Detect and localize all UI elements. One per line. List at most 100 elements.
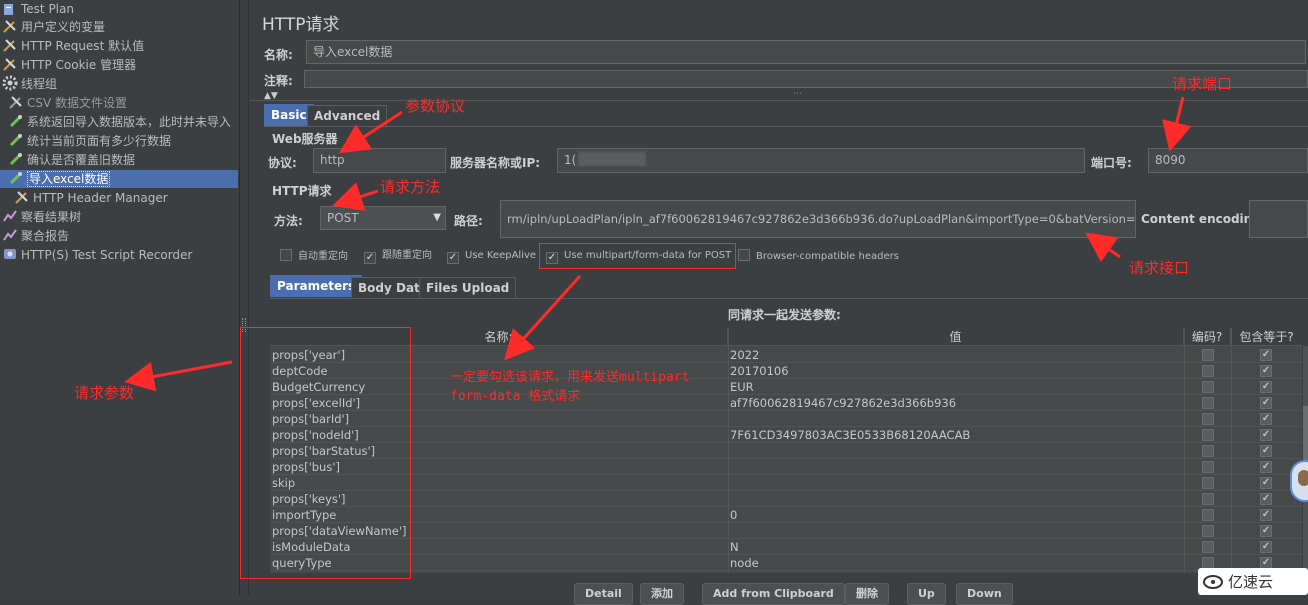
encode-checkbox[interactable] — [1202, 429, 1214, 441]
encode-checkbox[interactable] — [1202, 541, 1214, 553]
tab-files-upload[interactable]: Files Upload — [419, 277, 517, 299]
keepalive-checkbox[interactable]: ✓ Use KeepAlive — [447, 249, 536, 264]
table-row[interactable]: props['barStatus'] ✓ — [270, 443, 1302, 459]
comment-field[interactable] — [304, 70, 1308, 88]
delete-button[interactable]: 删除 — [845, 583, 889, 605]
table-row[interactable]: props['barId'] ✓ — [270, 411, 1302, 427]
tree-item-sampler-2[interactable]: 统计当前页面有多少行数据 — [8, 132, 171, 150]
table-row[interactable]: deptCode 20170106 ✓ — [270, 363, 1302, 379]
tab-parameters[interactable]: Parameters — [270, 275, 363, 297]
resize-grip-icon[interactable]: ⋯ — [793, 89, 802, 99]
table-row[interactable]: skip ✓ — [270, 475, 1302, 491]
parameters-table[interactable]: 名称: 值 编码? 包含等于? props['year'] 2022 ✓ deptCo… — [270, 328, 1302, 573]
browser-headers-checkbox[interactable]: Browser-compatible headers — [738, 249, 899, 264]
encoding-field[interactable] — [1249, 200, 1308, 238]
encode-checkbox[interactable] — [1202, 397, 1214, 409]
tree-item-import-excel[interactable]: 导入excel数据 — [0, 170, 238, 188]
protocol-field[interactable]: http — [313, 148, 446, 173]
tree-item-aggregate-report[interactable]: 聚合报告 — [2, 227, 69, 245]
detail-button[interactable]: Detail — [574, 583, 633, 605]
tree-item-csv-data[interactable]: CSV 数据文件设置 — [8, 94, 127, 112]
param-value[interactable] — [728, 491, 1182, 507]
tree-item-sampler-1[interactable]: 系统返回导入数据版本，此时并未导入 — [8, 113, 231, 131]
checkbox-box[interactable] — [738, 249, 750, 261]
table-row[interactable]: BudgetCurrency EUR ✓ — [270, 379, 1302, 395]
tree-item-results-tree[interactable]: 察看结果树 — [2, 208, 81, 226]
param-value[interactable] — [728, 459, 1182, 475]
encode-checkbox[interactable] — [1202, 349, 1214, 361]
param-value[interactable]: 20170106 — [728, 363, 1182, 379]
param-value[interactable]: 2022 — [728, 347, 1182, 363]
check-icon[interactable]: ✓ — [546, 252, 558, 264]
include-equals-checkbox[interactable]: ✓ — [1260, 397, 1272, 409]
encode-checkbox[interactable] — [1202, 381, 1214, 393]
encode-checkbox[interactable] — [1202, 461, 1214, 473]
encode-checkbox[interactable] — [1202, 445, 1214, 457]
include-equals-checkbox[interactable]: ✓ — [1260, 381, 1272, 393]
param-value[interactable] — [728, 443, 1182, 459]
check-icon[interactable]: ✓ — [364, 252, 376, 264]
include-equals-checkbox[interactable]: ✓ — [1260, 493, 1272, 505]
param-value[interactable]: node — [728, 555, 1182, 571]
checkbox-box[interactable] — [280, 249, 292, 261]
encode-checkbox[interactable] — [1202, 509, 1214, 521]
tree-item-cookie-manager[interactable]: HTTP Cookie 管理器 — [2, 56, 136, 74]
table-row[interactable]: props['dataViewName'] ✓ — [270, 523, 1302, 539]
table-row[interactable]: queryType node ✓ — [270, 555, 1302, 571]
param-value[interactable]: 0 — [728, 507, 1182, 523]
param-value[interactable]: N — [728, 539, 1182, 555]
tree-item-sampler-3[interactable]: 确认是否覆盖旧数据 — [8, 151, 135, 169]
column-encode[interactable]: 编码? — [1184, 328, 1231, 346]
table-row[interactable]: isModuleData N ✓ — [270, 539, 1302, 555]
down-button[interactable]: Down — [956, 583, 1013, 605]
include-equals-checkbox[interactable]: ✓ — [1260, 525, 1272, 537]
follow-redirect-checkbox[interactable]: ✓ 跟随重定向 — [364, 249, 432, 264]
table-row[interactable]: props['nodeId'] 7F61CD3497803AC3E0533B681… — [270, 427, 1302, 443]
add-button[interactable]: 添加 — [640, 583, 684, 605]
param-value[interactable] — [728, 475, 1182, 491]
tree-item-http-defaults[interactable]: HTTP Request 默认值 — [2, 37, 144, 55]
encode-checkbox[interactable] — [1202, 365, 1214, 377]
up-button[interactable]: Up — [907, 583, 946, 605]
method-select[interactable]: POST ▼ — [320, 206, 446, 230]
param-value[interactable]: af7f60062819467c927862e3d366b936 — [728, 395, 1182, 411]
port-field[interactable]: 8090 — [1148, 148, 1308, 173]
tree-item-recorder[interactable]: HTTP(S) Test Script Recorder — [2, 246, 192, 264]
column-include-equals[interactable]: 包含等于? — [1231, 328, 1302, 346]
tree-item-user-variables[interactable]: 用户定义的变量 — [2, 18, 105, 36]
param-value[interactable]: 7F61CD3497803AC3E0533B68120AACAB — [728, 427, 1182, 443]
include-equals-checkbox[interactable]: ✓ — [1260, 461, 1272, 473]
tree-item-thread-group[interactable]: 线程组 — [2, 75, 57, 93]
include-equals-checkbox[interactable]: ✓ — [1260, 365, 1272, 377]
table-row[interactable]: props['year'] 2022 ✓ — [270, 347, 1302, 363]
param-value[interactable]: EUR — [728, 379, 1182, 395]
table-row[interactable]: importType 0 ✓ — [270, 507, 1302, 523]
tree-item-test-plan[interactable]: Test Plan — [2, 0, 74, 18]
table-row[interactable]: props['excelId'] af7f60062819467c927862e3… — [270, 395, 1302, 411]
name-field[interactable]: 导入excel数据 — [306, 40, 1306, 64]
path-field[interactable]: rm/ipln/upLoadPlan/ipln_af7f60062819467c… — [500, 200, 1136, 238]
encode-checkbox[interactable] — [1202, 413, 1214, 425]
tab-advanced[interactable]: Advanced — [307, 105, 388, 127]
param-value[interactable] — [728, 411, 1182, 427]
auto-redirect-checkbox[interactable]: 自动重定向 — [280, 249, 348, 264]
include-equals-checkbox[interactable]: ✓ — [1260, 445, 1272, 457]
check-icon[interactable]: ✓ — [447, 252, 459, 264]
encode-checkbox[interactable] — [1202, 493, 1214, 505]
test-plan-tree[interactable]: Test Plan 用户定义的变量 HTTP Request 默认值 HTTP … — [0, 0, 240, 595]
include-equals-checkbox[interactable]: ✓ — [1260, 349, 1272, 361]
add-from-clipboard-button[interactable]: Add from Clipboard — [702, 583, 845, 605]
tree-item-header-manager[interactable]: HTTP Header Manager — [14, 189, 168, 207]
include-equals-checkbox[interactable]: ✓ — [1260, 541, 1272, 553]
param-value[interactable] — [728, 523, 1182, 539]
encode-checkbox[interactable] — [1202, 477, 1214, 489]
server-field[interactable]: 1( — [557, 148, 1085, 173]
multipart-checkbox[interactable]: ✓ Use multipart/form-data for POST — [539, 243, 737, 269]
column-value[interactable]: 值 — [728, 328, 1184, 346]
table-row[interactable]: props['bus'] ✓ — [270, 459, 1302, 475]
include-equals-checkbox[interactable]: ✓ — [1260, 509, 1272, 521]
avatar[interactable] — [1290, 460, 1308, 502]
include-equals-checkbox[interactable]: ✓ — [1260, 413, 1272, 425]
encode-checkbox[interactable] — [1202, 525, 1214, 537]
include-equals-checkbox[interactable]: ✓ — [1260, 429, 1272, 441]
